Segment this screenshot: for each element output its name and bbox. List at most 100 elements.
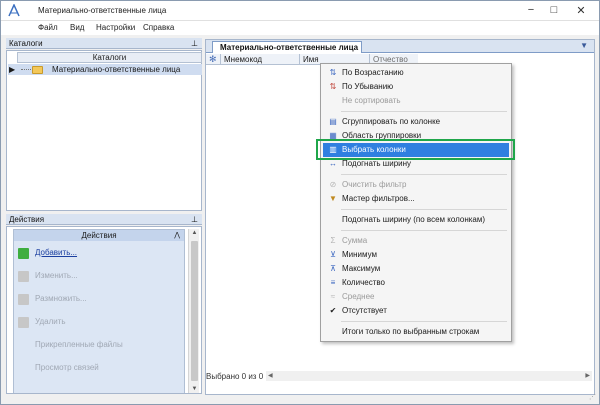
- sort-asc-icon: ⇅: [329, 68, 337, 77]
- filter-wizard-icon: ▼: [329, 194, 337, 203]
- column-header-mnemocode[interactable]: Мнемокод: [220, 54, 299, 65]
- fit-width-icon: ↔: [329, 159, 337, 168]
- window-title: Материально-ответственные лица: [38, 6, 167, 15]
- actions-group-title: Действия: [81, 231, 117, 240]
- folder-icon: [32, 66, 43, 74]
- column-chooser-icon[interactable]: ✻: [209, 54, 217, 65]
- clear-filter-icon: ⊘: [329, 180, 337, 189]
- menu-item-label: По Убыванию: [342, 82, 394, 91]
- menu-file[interactable]: Файл: [38, 23, 58, 32]
- highlight-frame: [316, 139, 515, 160]
- menu-item-count[interactable]: ≡ Количество: [323, 276, 509, 290]
- menu-bar: Файл Вид Настройки Справка: [1, 21, 599, 35]
- check-icon: ✔: [329, 306, 337, 315]
- catalog-row[interactable]: ▶ Материально-ответственные лица: [8, 64, 202, 75]
- row-selector-icon: ▶: [9, 65, 16, 74]
- action-view-links-label: Просмотр связей: [35, 363, 99, 372]
- menu-separator: [341, 230, 507, 231]
- menu-item-label: Очистить фильтр: [342, 180, 407, 189]
- group-by-column-icon: ▤: [329, 117, 337, 126]
- average-icon: ≈: [330, 292, 336, 301]
- collapse-icon[interactable]: ⋀: [174, 230, 180, 241]
- actions-group-header[interactable]: Действия ⋀: [14, 230, 184, 241]
- menu-item-label: Итоги только по выбранным строкам: [342, 327, 480, 336]
- menu-item-label: По Возрастанию: [342, 68, 404, 77]
- menu-separator: [341, 111, 507, 112]
- action-edit-label: Изменить...: [35, 271, 78, 280]
- menu-item-label: Сумма: [342, 236, 368, 245]
- actions-group: Действия ⋀ Добавить... Изменить... Размн…: [13, 229, 185, 393]
- catalogs-panel-header: Каталоги ⊥: [6, 38, 202, 49]
- status-bar-text: Выбрано 0 из 0: [206, 372, 264, 381]
- title-bar: Материально-ответственные лица − □ ✕: [1, 1, 599, 21]
- catalogs-column-header[interactable]: Каталоги: [17, 52, 202, 63]
- menu-item-minimum[interactable]: ⊻ Минимум: [323, 248, 509, 262]
- menu-item-no-sort[interactable]: Не сортировать: [323, 94, 509, 108]
- menu-separator: [341, 209, 507, 210]
- menu-item-filter-wizard[interactable]: ▼ Мастер фильтров...: [323, 192, 509, 206]
- scroll-down-icon[interactable]: ▼: [189, 386, 200, 392]
- scroll-right-icon[interactable]: ▶: [585, 371, 590, 381]
- action-attached-files-label: Прикрепленные файлы: [35, 340, 123, 349]
- sort-desc-icon: ⇅: [329, 82, 337, 91]
- count-icon: ≡: [330, 278, 336, 287]
- tab-strip: Материально-ответственные лица ▼: [206, 40, 594, 53]
- menu-help[interactable]: Справка: [143, 23, 174, 32]
- action-delete-label: Удалить: [35, 317, 66, 326]
- catalogs-panel: Каталоги ▶ Материально-ответственные лиц…: [6, 50, 202, 211]
- chevron-down-icon[interactable]: ▼: [580, 41, 588, 50]
- menu-separator: [341, 321, 507, 322]
- delete-icon: [18, 317, 29, 328]
- menu-settings[interactable]: Настройки: [96, 23, 135, 32]
- catalog-row-label: Материально-ответственные лица: [52, 65, 181, 74]
- menu-item-label: Минимум: [342, 250, 378, 259]
- maximize-button[interactable]: □: [543, 1, 565, 19]
- pin-icon[interactable]: ⊥: [191, 38, 198, 49]
- resize-grip-icon[interactable]: ⋰: [589, 393, 596, 401]
- menu-item-label: Сгруппировать по колонке: [342, 117, 441, 126]
- menu-item-label: Мастер фильтров...: [342, 194, 415, 203]
- menu-item-average[interactable]: ≈ Среднее: [323, 290, 509, 304]
- scroll-up-icon[interactable]: ▲: [189, 230, 200, 236]
- copy-icon: [18, 294, 29, 305]
- scroll-thumb[interactable]: [191, 241, 198, 381]
- menu-item-sort-descending[interactable]: ⇅ По Убыванию: [323, 80, 509, 94]
- actions-panel: Действия ⋀ Добавить... Изменить... Размн…: [6, 226, 202, 394]
- menu-item-label: Не сортировать: [342, 96, 401, 105]
- actions-panel-title: Действия: [9, 215, 45, 224]
- minimize-button[interactable]: −: [520, 1, 542, 19]
- sum-icon: Σ: [330, 236, 336, 245]
- add-icon: [18, 248, 29, 259]
- actions-scrollbar[interactable]: ▲ ▼: [188, 229, 199, 393]
- menu-item-sort-ascending[interactable]: ⇅ По Возрастанию: [323, 66, 509, 80]
- menu-item-fit-width-all[interactable]: Подогнать ширину (по всем колонкам): [323, 213, 509, 227]
- column-context-menu: ⇅ По Возрастанию ⇅ По Убыванию Не сортир…: [320, 63, 512, 342]
- catalogs-panel-title: Каталоги: [9, 39, 43, 48]
- edit-icon: [18, 271, 29, 282]
- tab-responsible-persons[interactable]: Материально-ответственные лица: [212, 41, 362, 53]
- menu-item-none[interactable]: ✔ Отсутствует: [323, 304, 509, 318]
- app-window: Материально-ответственные лица − □ ✕ Фай…: [0, 0, 600, 405]
- scroll-left-icon[interactable]: ◀: [268, 371, 273, 381]
- close-button[interactable]: ✕: [566, 1, 596, 19]
- menu-item-sum[interactable]: Σ Сумма: [323, 234, 509, 248]
- actions-panel-header: Действия ⊥: [6, 214, 202, 225]
- app-logo-icon: [8, 4, 20, 17]
- menu-separator: [341, 174, 507, 175]
- menu-item-maximum[interactable]: ⊼ Максимум: [323, 262, 509, 276]
- action-add-label: Добавить...: [35, 248, 78, 257]
- pin-icon[interactable]: ⊥: [191, 214, 198, 225]
- tree-connector: [21, 69, 31, 70]
- menu-item-clear-filter[interactable]: ⊘ Очистить фильтр: [323, 178, 509, 192]
- min-icon: ⊻: [330, 250, 336, 259]
- menu-item-label: Среднее: [342, 292, 375, 301]
- menu-view[interactable]: Вид: [70, 23, 84, 32]
- menu-item-totals-selected-rows[interactable]: Итоги только по выбранным строкам: [323, 325, 509, 339]
- action-copy-label: Размножить...: [35, 294, 87, 303]
- horizontal-scrollbar[interactable]: ◀ ▶: [266, 371, 592, 381]
- menu-item-group-by-column[interactable]: ▤ Сгруппировать по колонке: [323, 115, 509, 129]
- menu-item-label: Подогнать ширину (по всем колонкам): [342, 215, 486, 224]
- menu-item-label: Количество: [342, 278, 385, 287]
- menu-item-label: Отсутствует: [342, 306, 387, 315]
- max-icon: ⊼: [330, 264, 336, 273]
